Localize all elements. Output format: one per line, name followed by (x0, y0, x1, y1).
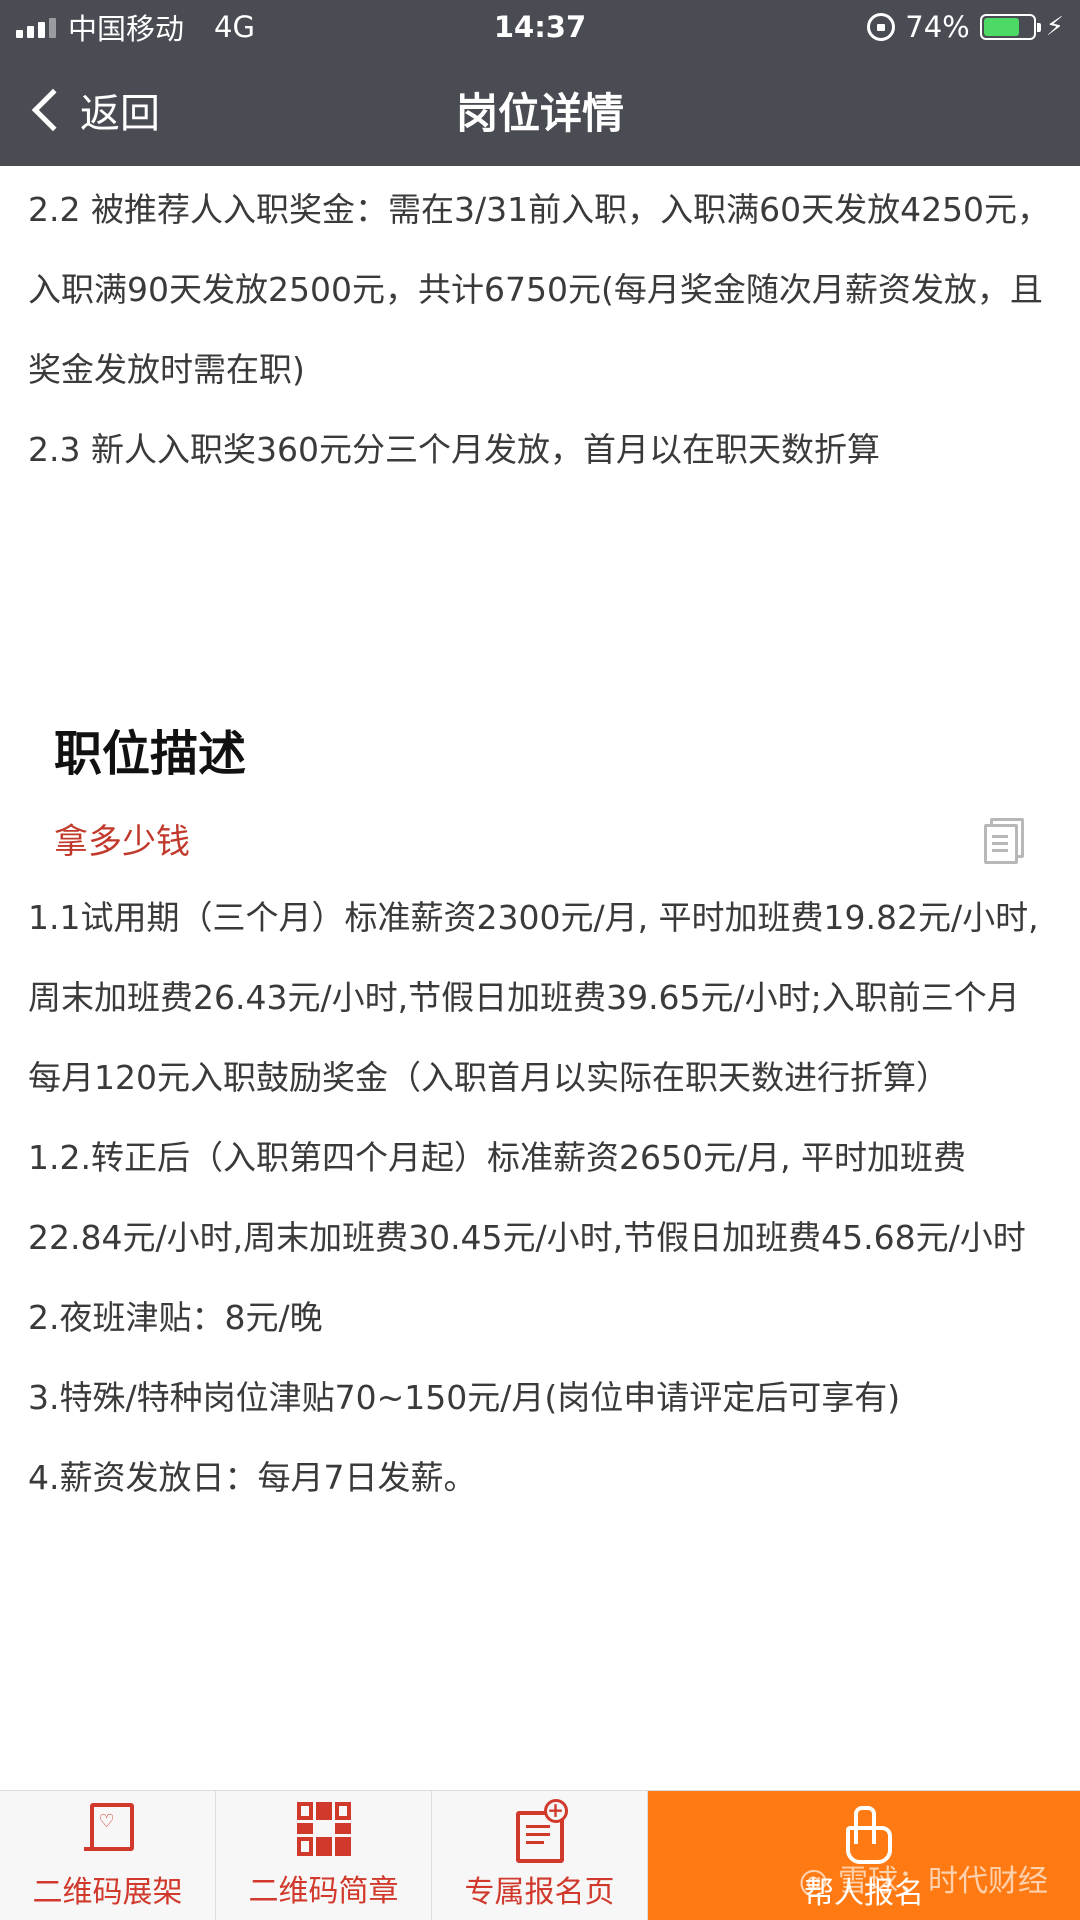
qr-code-icon (296, 1801, 351, 1856)
signup-page-label: 专属报名页 (464, 1874, 615, 1910)
bonus-paragraph-2-3: 2.3 新人入职奖360元分三个月发放，首月以在职天数折算 (28, 430, 880, 469)
signal-icon (16, 16, 56, 38)
salary-item: 4.薪资发放日：每月7日发薪。 (28, 1458, 477, 1497)
signup-page-tab[interactable]: + 专属报名页 (432, 1791, 648, 1920)
network-label: 4G (214, 10, 255, 44)
qr-stand-tab[interactable]: ♡ 二维码展架 (0, 1791, 216, 1920)
nav-bar: 返回 岗位详情 (0, 54, 1080, 166)
salary-item: 1.2.转正后（入职第四个月起）标准薪资2650元/月, 平时加班费22.84元… (28, 1138, 1026, 1257)
document-copy-icon[interactable] (984, 818, 1024, 864)
refer-signup-label: 帮人报名 (804, 1875, 924, 1911)
battery-percent: 74% (905, 10, 970, 44)
salary-item: 2.夜班津贴：8元/晚 (28, 1298, 323, 1337)
form-add-icon: + (514, 1798, 568, 1863)
back-label: 返回 (80, 91, 160, 137)
status-bar: 中国移动 4G 14:37 74% ⚡ (0, 0, 1080, 54)
subhead-row: 拿多少钱 (0, 808, 1080, 868)
page-title: 岗位详情 (455, 88, 624, 138)
orientation-lock-icon (867, 13, 896, 41)
qr-brochure-label: 二维码简章 (248, 1873, 399, 1909)
qr-stand-label: 二维码展架 (32, 1874, 183, 1910)
salary-item: 1.1试用期（三个月）标准薪资2300元/月, 平时加班费19.82元/小时,周… (28, 898, 1039, 1097)
battery-fill (983, 18, 1020, 36)
job-detail-content[interactable]: 2.2 被推荐人入职奖金：需在3/31前入职，入职满60天发放4250元，入职满… (0, 166, 1080, 1790)
salary-item: 3.特殊/特种岗位津贴70~150元/月(岗位申请评定后可享有) (28, 1378, 901, 1417)
bottom-action-bar: ♡ 二维码展架 二维码简章 + 专属报名页 帮人报名 @ 雪球：时代财经 (0, 1790, 1080, 1920)
battery-icon (979, 14, 1041, 40)
qr-brochure-tab[interactable]: 二维码简章 (216, 1791, 432, 1920)
status-right: 74% ⚡ (867, 10, 1064, 44)
back-button[interactable]: 返回 (30, 81, 160, 139)
charging-bolt-icon: ⚡ (1045, 12, 1064, 42)
easel-icon: ♡ (82, 1801, 134, 1857)
carrier-label: 中国移动 (68, 12, 185, 46)
section-title-job-description: 职位描述 (54, 726, 247, 782)
salary-description: 1.1试用期（三个月）标准薪资2300元/月, 平时加班费19.82元/小时,周… (0, 878, 1080, 1518)
salary-subhead: 拿多少钱 (54, 821, 190, 862)
refer-signup-button[interactable]: 帮人报名 @ 雪球：时代财经 (648, 1791, 1080, 1920)
tap-hand-icon (834, 1800, 894, 1864)
bonus-paragraph-2-2: 2.2 被推荐人入职奖金：需在3/31前入职，入职满60天发放4250元，入职满… (28, 190, 1051, 389)
chevron-left-icon (31, 88, 75, 132)
